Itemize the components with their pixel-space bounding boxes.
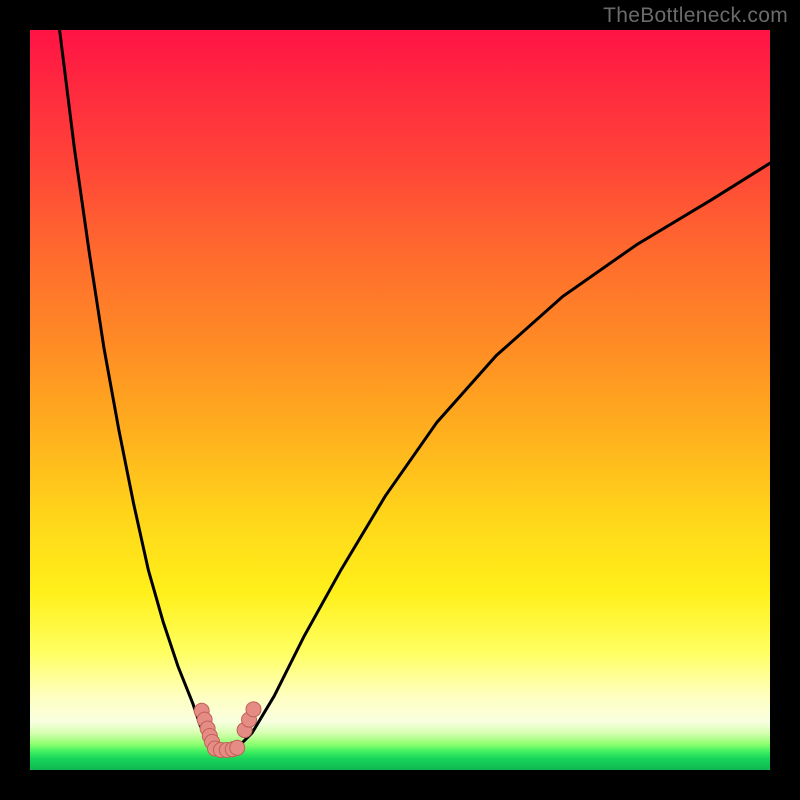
chart-stage: TheBottleneck.com [0, 0, 800, 800]
marker-bottom-cluster [230, 740, 245, 755]
plot-area [30, 30, 770, 770]
marker-right-cluster [246, 702, 261, 717]
watermark-text: TheBottleneck.com [603, 4, 788, 28]
series-right-branch [237, 163, 770, 748]
curve-layer [30, 30, 770, 770]
series-left-branch [60, 30, 212, 748]
